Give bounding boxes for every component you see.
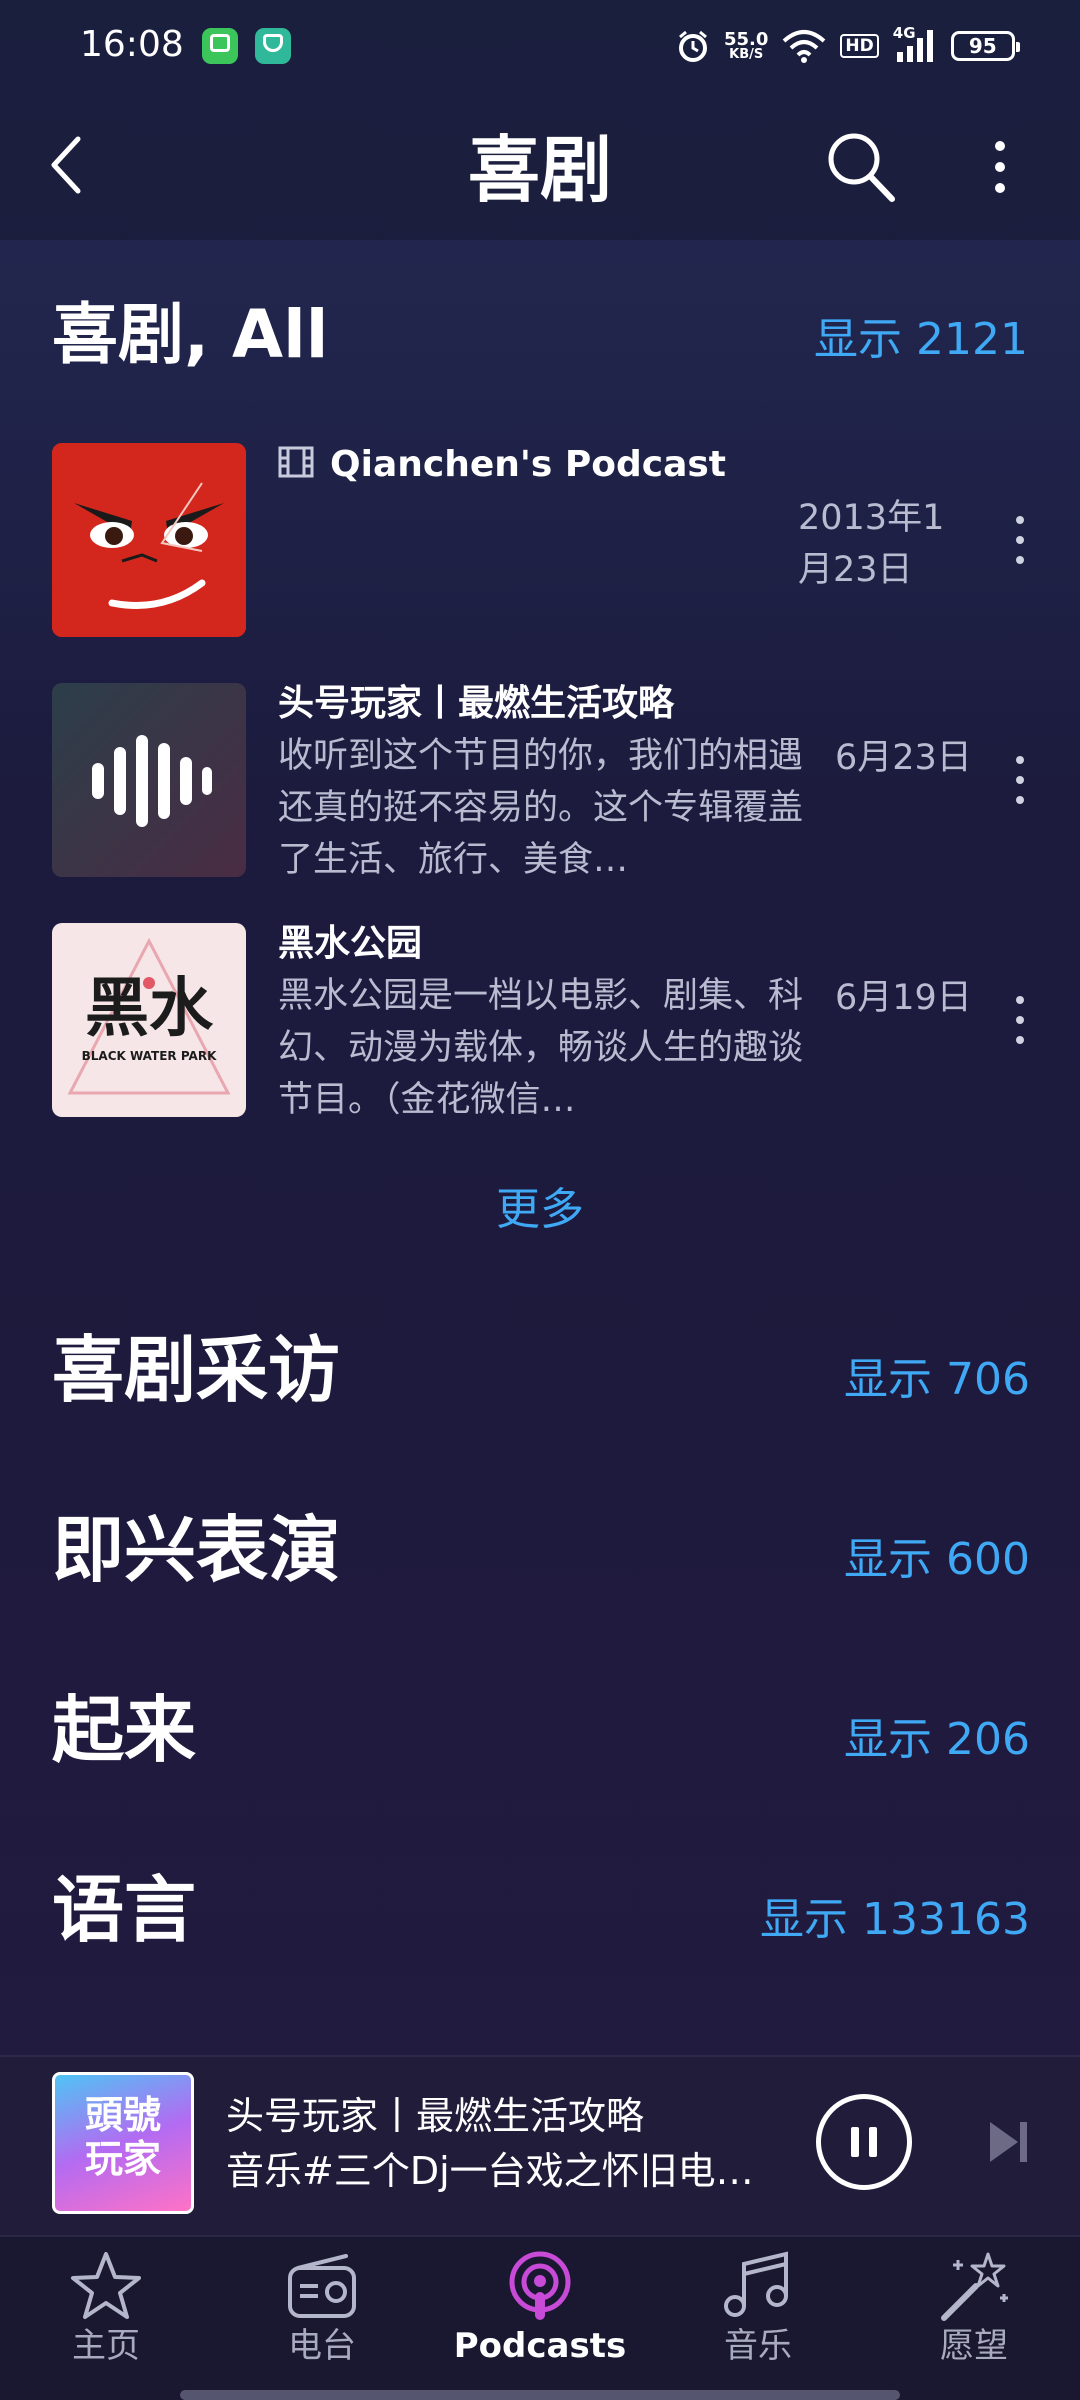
section-title: 喜剧, All [52,296,329,373]
music-note-icon [724,2251,788,2317]
category-title[interactable]: 即兴表演 [52,1505,340,1595]
hd-badge: HD [840,34,879,58]
player-artwork[interactable]: 頭號玩家 [52,2072,194,2214]
tab-label: 音乐 [724,2326,792,2366]
more-options-button[interactable] [980,130,1020,210]
category-show-all-link[interactable]: 显示 206 [640,1710,1030,1770]
category-show-all-link[interactable]: 显示 706 [640,1350,1030,1410]
net-speed: 55.0 KB/S [724,28,769,62]
video-film-icon [278,446,314,482]
category-title[interactable]: 起来 [52,1685,196,1775]
player-subtitle: 音乐#三个Dj一台戏之怀旧电… [226,2149,754,2193]
more-link[interactable]: 更多 [440,1180,640,1240]
search-button[interactable] [820,125,900,205]
skip-next-icon [990,2122,1027,2162]
section-show-all-link[interactable]: 显示 2121 [760,310,1028,370]
net-speed-value: 55.0 [724,28,769,50]
tab-label: 愿望 [940,2326,1008,2366]
tab-music[interactable]: 音乐 [658,2248,858,2378]
episode-more-button[interactable] [1000,980,1040,1060]
player-artwork-text: 頭號玩家 [84,2093,161,2181]
tab-label: 电台 [288,2326,356,2366]
tab-label: Podcasts [453,2326,627,2366]
episode-thumbnail[interactable]: 黑水 BLACK WATER PARK [52,923,246,1117]
artwork-subtitle: BLACK WATER PARK [81,1049,217,1063]
star-icon [71,2252,141,2319]
tab-wishlist[interactable]: 愿望 [874,2248,1074,2378]
status-indicators: 55.0 KB/S HD 4G 95 [676,22,1020,70]
episode-thumbnail[interactable] [52,443,246,637]
episode-title[interactable]: Qianchen's Podcast [330,441,726,489]
skip-next-button[interactable] [984,2112,1032,2172]
home-indicator [180,2390,900,2400]
back-button[interactable] [40,125,100,205]
player-title: 头号玩家丨最燃生活攻略 [226,2094,645,2138]
message-app-icon [202,28,238,64]
magic-wand-icon [941,2252,1008,2321]
radio-icon [288,2254,356,2318]
podcast-icon [509,2251,571,2320]
net-speed-unit: KB/S [729,46,764,62]
wifi-icon [783,30,826,63]
search-icon [828,133,895,202]
battery-icon: 95 [950,31,1020,61]
angry-face-artwork [52,443,246,637]
category-title[interactable]: 语言 [52,1865,196,1955]
tab-label: 主页 [72,2326,140,2366]
category-title[interactable]: 喜剧采访 [52,1325,340,1415]
back-arrow-icon [51,136,81,194]
category-show-all-link[interactable]: 显示 600 [640,1530,1030,1590]
pause-button[interactable] [816,2094,912,2190]
episode-date: 2013年1月23日 [798,498,945,590]
episode-description: 黑水公园是一档以电影、剧集、科幻、动漫为载体，畅谈人生的趣谈节目。（金花微信… [278,976,804,1120]
episode-date: 6月23日 [835,738,972,778]
episode-date: 6月19日 [835,978,972,1018]
shield-app-icon [255,28,291,64]
episode-title[interactable]: 黑水公园 [278,920,422,968]
artwork-title: 黑水 [85,972,213,1046]
waveform-logo-artwork [52,683,246,877]
tab-radio[interactable]: 电台 [222,2248,422,2378]
alarm-icon [679,30,707,62]
episode-more-button[interactable] [1000,740,1040,820]
status-time: 16:08 [80,24,184,65]
more-vertical-icon [995,141,1005,193]
page-title: 喜剧 [467,128,612,212]
episode-description: 收听到这个节目的你，我们的相遇还真的挺不容易的。这个专辑覆盖了生活、旅行、美食… [278,736,804,880]
category-show-all-link[interactable]: 显示 133163 [640,1890,1030,1950]
episode-more-button[interactable] [1000,500,1040,580]
tab-podcasts[interactable]: Podcasts [440,2248,640,2378]
episode-thumbnail[interactable] [52,683,246,877]
signal-icon: 4G [893,24,937,64]
tab-home[interactable]: 主页 [6,2248,206,2378]
episode-title[interactable]: 头号玩家丨最燃生活攻略 [278,680,674,728]
